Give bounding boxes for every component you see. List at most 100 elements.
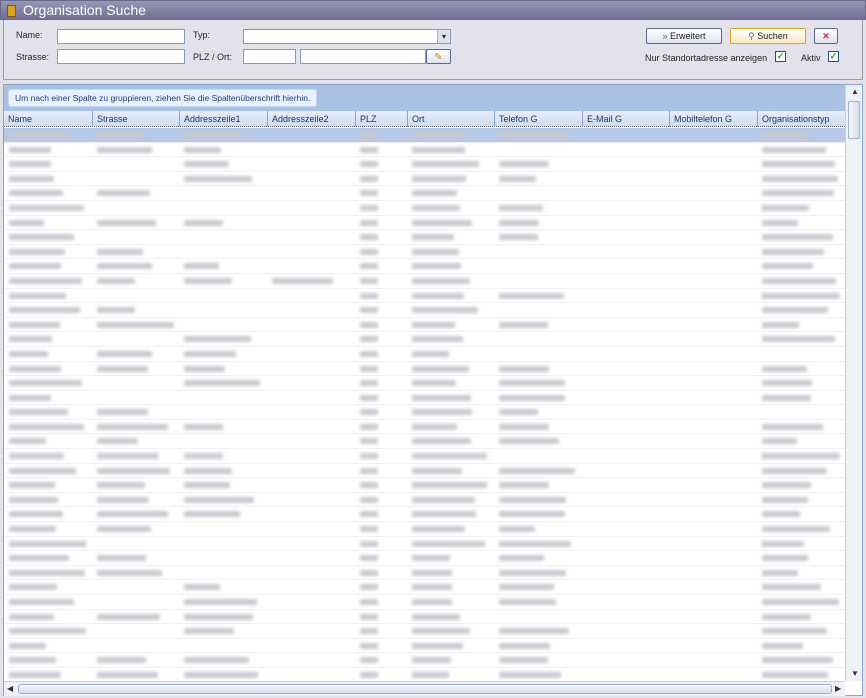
table-cell-redacted: [412, 628, 471, 635]
table-row[interactable]: [4, 610, 845, 625]
table-row[interactable]: [4, 186, 845, 201]
table-cell-redacted: [97, 453, 158, 460]
table-cell-redacted: [9, 394, 51, 401]
scroll-down-icon[interactable]: ▼: [851, 669, 859, 678]
table-cell-redacted: [412, 438, 471, 445]
table-row[interactable]: [4, 289, 845, 304]
table-row[interactable]: [4, 128, 845, 143]
name-input[interactable]: [57, 29, 185, 44]
scroll-right-icon[interactable]: ▶: [835, 684, 841, 693]
suchen-button[interactable]: ⚲ Suchen: [730, 28, 806, 44]
table-row[interactable]: [4, 522, 845, 537]
horizontal-scroll-thumb[interactable]: [18, 684, 832, 694]
table-row[interactable]: [4, 230, 845, 245]
table-cell-redacted: [97, 482, 146, 489]
table-cell-redacted: [9, 453, 64, 460]
table-cell-redacted: [412, 190, 457, 197]
table-row[interactable]: [4, 259, 845, 274]
column-header-plz[interactable]: PLZ: [355, 111, 407, 127]
column-header-addresszeile2[interactable]: Addresszeile2: [267, 111, 355, 127]
table-cell-redacted: [9, 642, 46, 649]
column-header-mobiltelefon-g[interactable]: Mobiltelefon G: [669, 111, 757, 127]
column-header-organisationstyp[interactable]: Organisationstyp: [757, 111, 845, 127]
table-row[interactable]: [4, 464, 845, 479]
table-row[interactable]: [4, 391, 845, 406]
table-row[interactable]: [4, 580, 845, 595]
table-cell-redacted: [9, 482, 55, 489]
table-cell-redacted: [412, 642, 463, 649]
table-row[interactable]: [4, 478, 845, 493]
table-row[interactable]: [4, 639, 845, 654]
table-row[interactable]: [4, 376, 845, 391]
table-cell-redacted: [499, 409, 538, 416]
table-cell-redacted: [184, 482, 231, 489]
typ-select[interactable]: ▾: [243, 29, 451, 44]
table-cell-redacted: [762, 467, 828, 474]
table-cell-redacted: [499, 204, 544, 211]
column-header-strasse[interactable]: Strasse: [92, 111, 179, 127]
strasse-input[interactable]: [57, 49, 185, 64]
table-row[interactable]: [4, 201, 845, 216]
table-row[interactable]: [4, 157, 845, 172]
table-row[interactable]: [4, 434, 845, 450]
table-cell-redacted: [9, 613, 54, 620]
column-header-ort[interactable]: Ort: [407, 111, 494, 127]
table-row[interactable]: [4, 143, 845, 158]
table-row[interactable]: [4, 449, 845, 464]
table-row[interactable]: [4, 566, 845, 581]
table-cell-redacted: [360, 248, 378, 255]
table-cell-redacted: [97, 321, 174, 328]
table-row[interactable]: [4, 274, 845, 289]
table-cell-redacted: [412, 292, 465, 299]
table-cell-redacted: [97, 423, 169, 430]
table-cell-redacted: [499, 628, 569, 635]
clear-filter-button[interactable]: ✕: [814, 28, 838, 44]
column-header-name[interactable]: Name: [4, 111, 92, 127]
chevron-down-icon[interactable]: ▾: [437, 30, 450, 43]
table-row[interactable]: [4, 405, 845, 420]
table-row[interactable]: [4, 624, 845, 639]
column-header-e-mail-g[interactable]: E-Mail G: [582, 111, 669, 127]
table-row[interactable]: [4, 318, 845, 333]
table-cell-redacted: [97, 438, 139, 445]
scroll-left-icon[interactable]: ◀: [7, 684, 13, 693]
table-row[interactable]: [4, 653, 845, 668]
table-row[interactable]: [4, 245, 845, 260]
vertical-scroll-thumb[interactable]: [848, 101, 860, 139]
table-row[interactable]: [4, 551, 845, 566]
table-row[interactable]: [4, 347, 845, 362]
table-cell-redacted: [184, 219, 223, 226]
column-header-addresszeile1[interactable]: Addresszeile1: [179, 111, 267, 127]
table-row[interactable]: [4, 362, 845, 377]
horizontal-scrollbar[interactable]: ◀ ▶: [4, 681, 845, 696]
table-row[interactable]: [4, 595, 845, 610]
table-row[interactable]: [4, 216, 845, 231]
table-row[interactable]: [4, 668, 845, 680]
aktiv-checkbox[interactable]: ✓: [828, 51, 839, 62]
erweitert-button[interactable]: » Erweitert: [646, 28, 722, 44]
vertical-scrollbar[interactable]: ▲ ▼: [845, 85, 862, 681]
ort-input[interactable]: [300, 49, 426, 64]
table-row[interactable]: [4, 172, 845, 187]
table-row[interactable]: [4, 507, 845, 523]
table-row[interactable]: [4, 303, 845, 318]
table-cell-redacted: [360, 277, 378, 284]
table-row[interactable]: [4, 493, 845, 508]
table-cell-redacted: [360, 409, 378, 416]
table-row[interactable]: [4, 332, 845, 347]
ort-lookup-button[interactable]: ✎: [426, 49, 451, 64]
table-cell-redacted: [360, 657, 378, 664]
table-cell-redacted: [9, 321, 60, 328]
scroll-up-icon[interactable]: ▲: [851, 87, 859, 96]
table-cell-redacted: [360, 307, 378, 314]
nur-standort-checkbox[interactable]: ✓: [775, 51, 786, 62]
table-cell-redacted: [762, 540, 805, 547]
table-cell-redacted: [360, 540, 378, 547]
table-cell-redacted: [499, 569, 567, 576]
table-row[interactable]: [4, 420, 845, 435]
column-header-telefon-g[interactable]: Telefon G: [494, 111, 582, 127]
table-row[interactable]: [4, 537, 845, 552]
table-cell-redacted: [762, 190, 834, 197]
plz-input[interactable]: [243, 49, 296, 64]
group-by-area[interactable]: Um nach einer Spalte zu gruppieren, zieh…: [4, 85, 845, 111]
